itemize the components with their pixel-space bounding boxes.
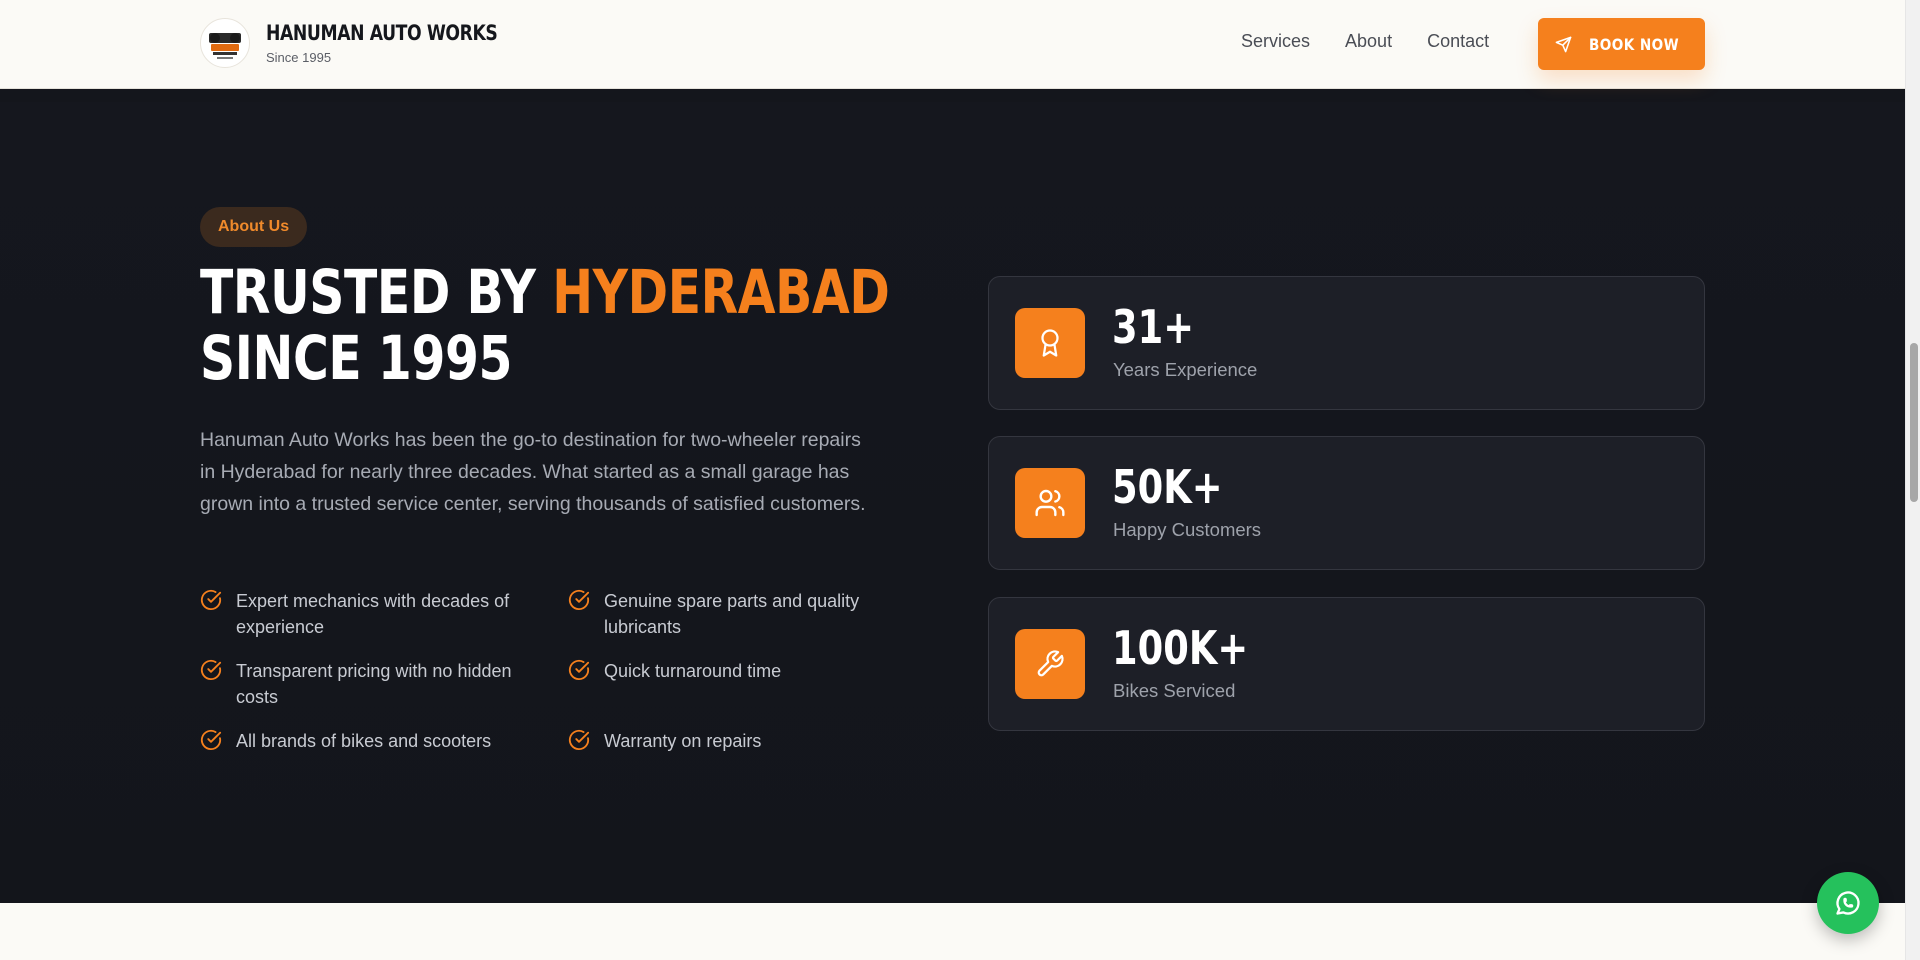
main-nav: Services About Contact: [1241, 31, 1489, 52]
site-header: HANUMAN AUTO WORKS Since 1995 Services A…: [0, 0, 1905, 89]
brand-tagline: Since 1995: [266, 50, 332, 65]
feature-item: Genuine spare parts and quality lubrican…: [568, 588, 900, 640]
about-description: Hanuman Auto Works has been the go-to de…: [200, 429, 866, 515]
feature-text: All brands of bikes and scooters: [236, 731, 492, 751]
hanuman-logo: [200, 18, 250, 68]
send-icon: [1556, 36, 1572, 52]
stat-label: Happy Customers: [1113, 519, 1262, 540]
stat-card-customers: 50K+ Happy Customers: [988, 436, 1705, 570]
award-icon: [1015, 308, 1085, 378]
page-scrollbar[interactable]: [1905, 0, 1920, 960]
check-circle-icon: [200, 729, 222, 750]
brand-logo-link[interactable]: HANUMAN AUTO WORKS Since 1995: [200, 18, 548, 68]
feature-text: Transparent pricing with no hidden costs: [236, 661, 512, 707]
book-now-label: BOOK NOW: [1589, 34, 1680, 54]
wrench-icon: [1015, 629, 1085, 699]
check-circle-icon: [568, 659, 590, 680]
whatsapp-button[interactable]: [1817, 872, 1879, 934]
brand-name: HANUMAN AUTO WORKS: [266, 21, 498, 45]
stat-value: 100K+: [1112, 621, 1249, 675]
feature-text: Quick turnaround time: [604, 661, 782, 681]
stat-label: Bikes Serviced: [1113, 680, 1236, 701]
whatsapp-icon: [1836, 891, 1860, 915]
nav-contact[interactable]: Contact: [1427, 31, 1489, 52]
feature-item: Transparent pricing with no hidden costs: [200, 658, 568, 710]
section-badge: About Us: [200, 207, 308, 247]
stat-card-experience: 31+ Years Experience: [988, 276, 1705, 410]
headline-accent: HYDERABAD: [552, 257, 890, 328]
nav-about[interactable]: About: [1345, 31, 1392, 52]
stat-card-bikes: 100K+ Bikes Serviced: [988, 597, 1705, 731]
feature-text: Expert mechanics with decades of experie…: [236, 591, 510, 637]
stat-label: Years Experience: [1113, 359, 1258, 380]
check-circle-icon: [200, 589, 222, 610]
check-circle-icon: [200, 659, 222, 680]
check-circle-icon: [568, 729, 590, 750]
scrollbar-thumb[interactable]: [1910, 343, 1918, 502]
users-icon: [1015, 468, 1085, 538]
feature-list: Expert mechanics with decades of experie…: [200, 588, 900, 754]
stat-value: 31+: [1112, 300, 1195, 354]
nav-services[interactable]: Services: [1241, 31, 1310, 52]
feature-item: Quick turnaround time: [568, 658, 900, 710]
feature-item: All brands of bikes and scooters: [200, 728, 568, 754]
feature-item: Expert mechanics with decades of experie…: [200, 588, 568, 640]
feature-item: Warranty on repairs: [568, 728, 900, 754]
headline-part2: SINCE 1995: [200, 323, 513, 394]
next-section-top: [0, 903, 1905, 960]
about-headline: TRUSTED BY HYDERABAD SINCE 1995: [200, 257, 890, 394]
book-now-button[interactable]: BOOK NOW: [1538, 18, 1705, 70]
headline-part1: TRUSTED BY: [200, 257, 553, 328]
check-circle-icon: [568, 589, 590, 610]
feature-text: Genuine spare parts and quality lubrican…: [604, 591, 860, 637]
feature-text: Warranty on repairs: [604, 731, 762, 751]
stat-value: 50K+: [1112, 460, 1223, 514]
about-section: About Us TRUSTED BY HYDERABAD SINCE 1995…: [0, 102, 1905, 903]
